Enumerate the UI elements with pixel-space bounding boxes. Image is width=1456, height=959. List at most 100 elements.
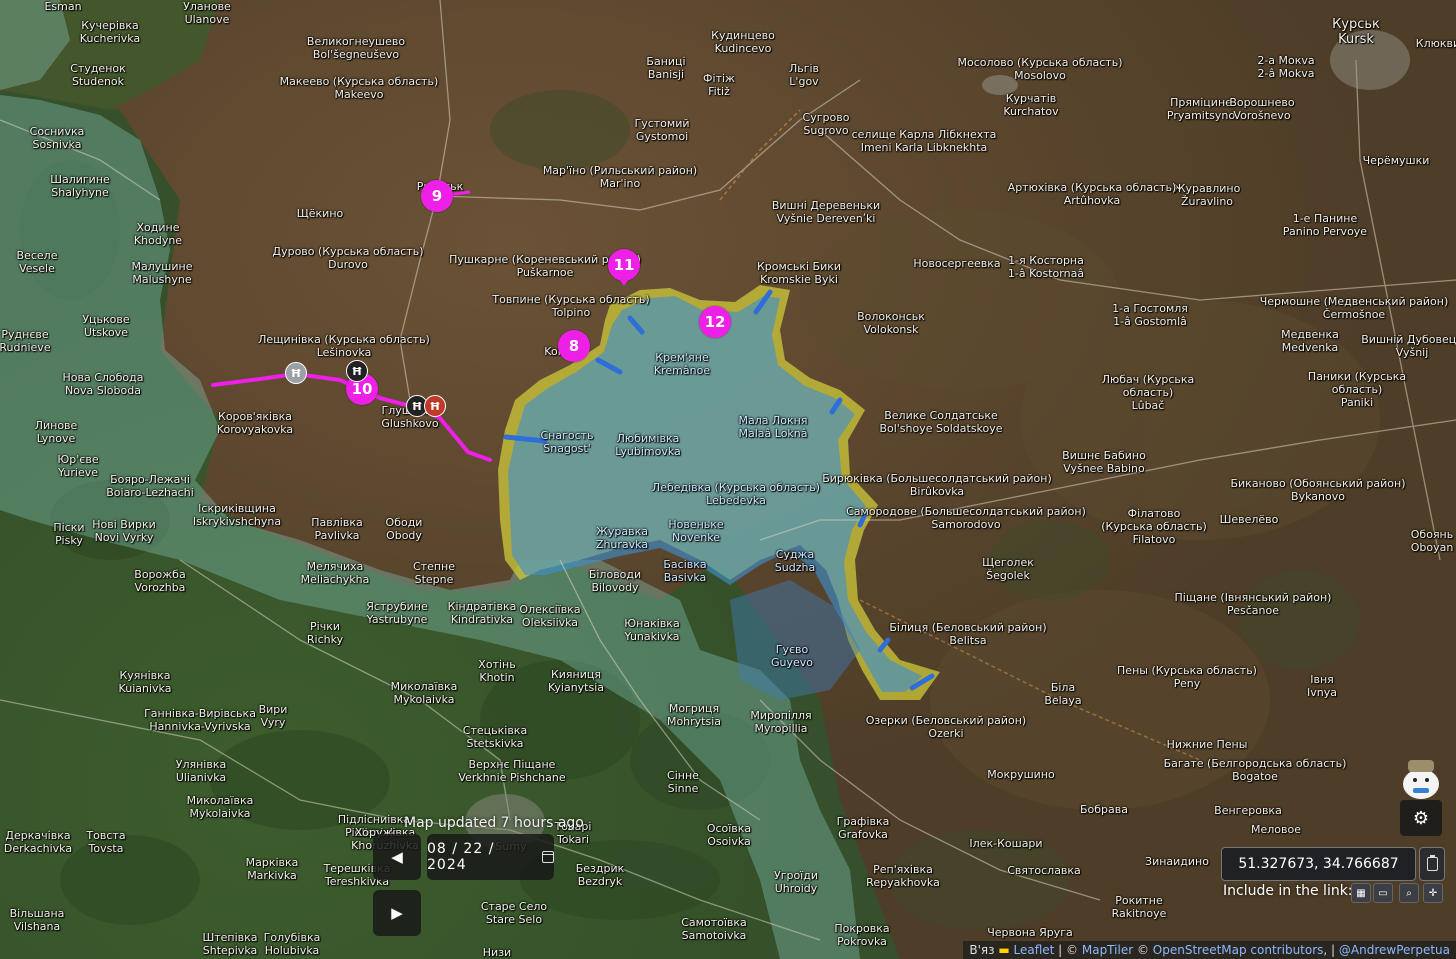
attribution-separator: | © (1054, 943, 1082, 957)
event-marker-11[interactable]: 11 (608, 249, 640, 281)
place-label: Коров'яківка Korovyakovka (216, 410, 294, 436)
place-label: Льгів L'gov (788, 62, 820, 88)
place-label: Суджа Sudzha (774, 548, 816, 574)
event-marker-12[interactable]: 12 (699, 306, 731, 338)
place-label: Святославка (1007, 864, 1081, 877)
place-label: Мала Локня Malaâ Loknâ (738, 414, 808, 440)
place-label: Могриця Mohrytsia (666, 702, 722, 728)
place-label: Деркачівка Derkachivka (3, 829, 73, 855)
calendar-icon[interactable]: ▦ (1351, 883, 1371, 903)
place-label: Вишній Дубовець Vyšnij (1361, 333, 1456, 359)
coordinates-panel: 51.327673, 34.766687 Include in the link… (1219, 845, 1445, 903)
place-label: Шалигине Shalyhyne (50, 173, 110, 199)
place-label: Куянівка Kuianivka (118, 669, 172, 695)
place-label: селище Карла Лібкнехта Imeni Karla Libkne… (851, 128, 997, 154)
event-marker-9[interactable]: 9 (421, 180, 453, 212)
place-label: Мелячиха Meliachykha (300, 560, 370, 586)
coordinates-field[interactable]: 51.327673, 34.766687 (1221, 847, 1416, 881)
attribution-separator: , | (1323, 943, 1339, 957)
place-label: Гуєво Guyevo (770, 643, 814, 669)
place-label: Клюкви (1415, 37, 1456, 50)
place-label: Любимівка Lyubimovka (615, 432, 681, 458)
place-label: Голубівка Holubivka (263, 931, 321, 957)
include-in-link-label: Include in the link: (1223, 883, 1353, 899)
calendar-icon (542, 851, 554, 863)
place-label: Великe Солдатське Bol'shoye Soldatskoye (879, 409, 1003, 435)
place-label: Зинаидино (1145, 855, 1209, 868)
attribution-bar: В'яз ▬ Leaflet | © MapTiler © OpenStreet… (963, 941, 1456, 959)
place-label: Баниці Banisjі (646, 55, 686, 81)
place-label: Черёмушки (1362, 154, 1430, 167)
place-label: Бездрик Bezdryk (575, 862, 625, 888)
place-label: Нова Слобода Nova Sloboda (62, 371, 144, 397)
previous-date-button[interactable]: ◀ (373, 834, 421, 880)
map-layer-icon[interactable]: ▭ (1373, 883, 1393, 903)
coordinates-value: 51.327673, 34.766687 (1238, 856, 1399, 872)
bridge-icon[interactable]: Ħ (285, 362, 307, 384)
place-label: Паники (Курська область) Paniki (1307, 370, 1407, 409)
place-label: Нижние Пены (1166, 738, 1248, 751)
place-label: Вири Vyry (258, 703, 288, 729)
place-label: 1-е Панине Panino Pervoye (1282, 212, 1368, 238)
place-label: Марківка Markivka (245, 856, 299, 882)
place-label: Снагость Snagost' (540, 429, 594, 455)
place-label: Філатово (Курська область) Filatovo (1101, 507, 1207, 546)
place-label: Журавлино Žuravlino (1173, 182, 1241, 208)
date-value: 08 / 22 / 2024 (427, 841, 495, 873)
place-label: Биканово (Обоянський район) Bykanovo (1230, 477, 1406, 503)
place-label: Esman (44, 0, 82, 13)
place-label: Озерки (Беловський район) Ozerki (865, 714, 1027, 740)
place-label: Піщане (Івнянський район) Pesčanoe (1174, 591, 1332, 617)
place-label: Любач (Курська область) Lûbač (1101, 373, 1195, 412)
place-label: Фітіж Fitiž (703, 72, 735, 98)
settings-button[interactable]: ⚙ (1400, 800, 1442, 836)
place-label: Чермошне (Медвенський район) Čermošnoe (1259, 295, 1449, 321)
place-label: Олексіївка Oleksiivka (519, 603, 581, 629)
place-label: Вишнє Бабино Vyšnee Babino (1062, 449, 1146, 475)
event-marker-8[interactable]: 8 (558, 330, 590, 362)
place-label: Івня Ivnya (1307, 673, 1337, 699)
place-label: Іскриківщина Iskrykivshchyna (192, 502, 282, 528)
place-label: Білиця (Беловський район) Belitsa (889, 621, 1047, 647)
place-label: Стецьківка Stetskivka (462, 724, 528, 750)
bridge-icon[interactable]: Ħ (424, 395, 446, 417)
place-label: Бирюківка (Большесолдатський район) Birûk… (822, 472, 1052, 498)
date-picker[interactable]: 08 / 22 / 2024 (427, 834, 554, 880)
place-label: Крем'яне Kremânoe (653, 351, 711, 377)
leaflet-link[interactable]: Leaflet (1014, 943, 1055, 957)
place-label: Реп'яхівка Repyakhovka (866, 863, 940, 889)
place-label: Улянівка Ulianivka (175, 758, 227, 784)
author-link[interactable]: @AndrewPerpetua (1339, 943, 1450, 957)
place-label: Ганнівка-Вирівська Hannivka-Vyrivska (144, 707, 256, 733)
place-label: Новенькe Novenke (668, 518, 724, 544)
place-label: Курськ Kursk (1332, 17, 1380, 47)
place-label: Осоївка Osoivka (706, 822, 752, 848)
place-label: Покровка Pokrovka (834, 922, 890, 948)
place-label: Юр'єве Yurieve (57, 453, 99, 479)
previous-icon: ◀ (391, 848, 403, 866)
place-label: 1-а Гостомля 1-â Gostomlâ (1112, 302, 1188, 328)
clipboard-icon (1426, 855, 1438, 871)
zoom-icon[interactable]: ⌕ (1399, 883, 1419, 903)
place-label: Бобрава (1079, 803, 1129, 816)
place-label: Пряміцине Pryamitsyno (1166, 96, 1236, 122)
place-label: Хотінь Khotin (478, 658, 516, 684)
place-label: Дурово (Курська область) Durovo (272, 245, 424, 271)
copy-coordinates-button[interactable] (1419, 847, 1445, 881)
place-label: Лещинівка (Курська область) Lešinovka (258, 333, 430, 359)
place-label: Бaгате (Белгородська область) Bogatoe (1163, 757, 1347, 783)
bridge-icon[interactable]: Ħ (346, 360, 368, 382)
openstreetmap-link[interactable]: OpenStreetMap contributors (1153, 943, 1324, 957)
place-label: Щеголек Šegolek (982, 556, 1034, 582)
place-label: Самородове (Большесолдатський район) Samo… (846, 505, 1086, 531)
maptiler-link[interactable]: MapTiler (1082, 943, 1133, 957)
place-label: Річки Richky (306, 620, 344, 646)
next-date-button[interactable]: ▶ (373, 890, 421, 936)
place-label: Сосниvка Sosnivka (29, 125, 85, 151)
place-label: Червона Яруга (987, 926, 1073, 939)
place-label: Ободи Obody (385, 516, 423, 542)
place-label: Рокитне Rakitnoye (1111, 894, 1167, 920)
place-label: Малушине Malushyne (131, 260, 193, 286)
place-label: Студенок Studenok (70, 62, 126, 88)
crosshair-icon[interactable]: ✛ (1423, 883, 1443, 903)
